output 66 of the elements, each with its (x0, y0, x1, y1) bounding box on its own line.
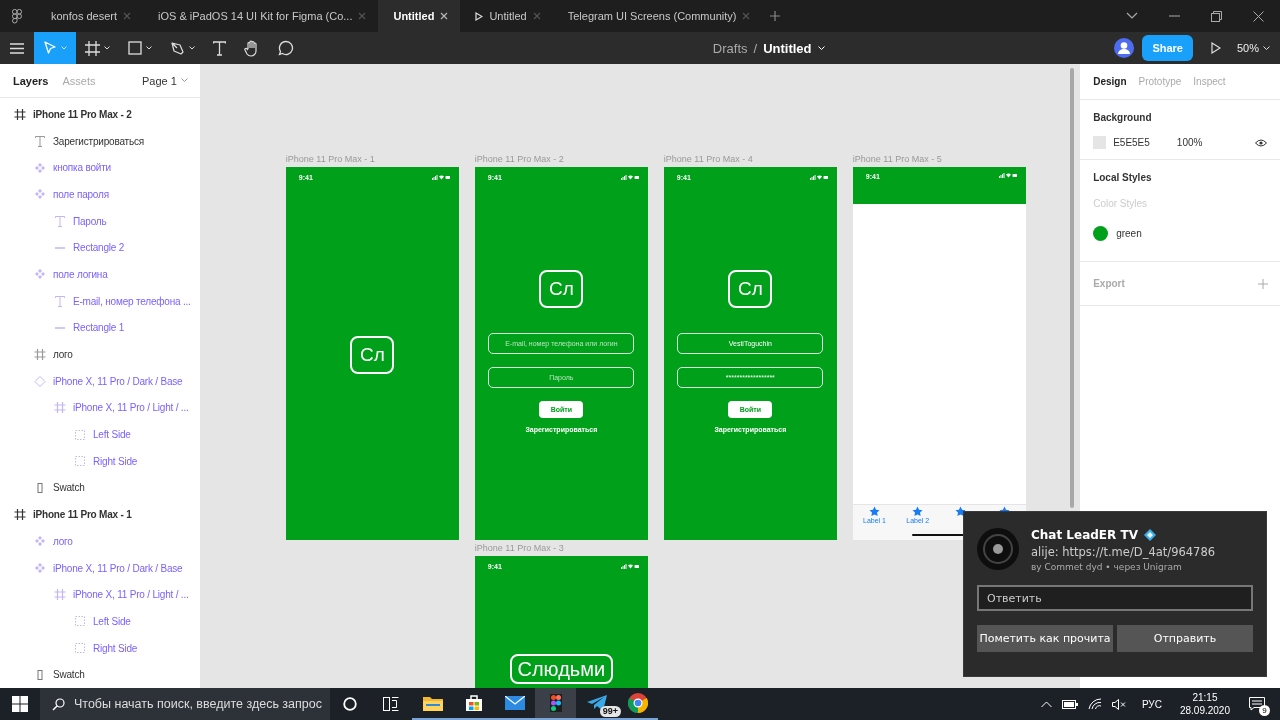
opacity-value[interactable]: 100% (1176, 137, 1203, 148)
section-heading: Export (1093, 278, 1125, 289)
frame-label[interactable]: iPhone 11 Pro Max - 4 (663, 154, 753, 164)
frame-label[interactable]: iPhone 11 Pro Max - 5 (852, 154, 942, 164)
layer-item[interactable]: iPhone X, 11 Pro / Dark / Base (53, 375, 183, 387)
notification-message: alije: https://t.me/D_4at/964786 (1031, 545, 1216, 559)
breadcrumb-separator: / (753, 40, 758, 56)
layer-item[interactable]: Left Side (93, 429, 131, 441)
frame-label[interactable]: iPhone 11 Pro Max - 1 (285, 154, 375, 164)
file-name-menu[interactable]: Untitled (763, 40, 812, 56)
file-tab[interactable]: konfos desert (36, 0, 144, 32)
zoom-menu[interactable]: 50% (1237, 42, 1259, 54)
notification-title: Chat LeadER TV (1031, 528, 1138, 542)
layer-item[interactable]: лого (53, 535, 73, 547)
layer-item[interactable]: iPhone 11 Pro Max - 1 (33, 509, 132, 521)
app-logo: Сл (728, 270, 773, 308)
layer-item[interactable]: Left Side (93, 615, 131, 627)
file-tab[interactable]: Telegram UI Screens (Community) (552, 0, 763, 32)
clock-date[interactable]: 28.09.2020 (1179, 704, 1230, 717)
clock-time[interactable]: 21:15 (1192, 691, 1218, 704)
layer-item[interactable]: Right Side (93, 455, 138, 467)
file-tab[interactable]: Untitled (378, 0, 461, 32)
section-heading: Local Styles (1093, 172, 1153, 183)
layer-item[interactable]: iPhone X, 11 Pro / Light / ... (73, 589, 189, 601)
language-indicator[interactable]: РУС (1141, 698, 1162, 710)
app-logo: Сл (350, 336, 395, 374)
notification-source: ву Commet dyd • через Unigram (1031, 562, 1183, 572)
layer-item[interactable]: Пароль (73, 215, 107, 227)
mark-read-button[interactable]: Пометить как прочита (977, 625, 1113, 652)
layer-item[interactable]: iPhone X, 11 Pro / Dark / Base (53, 562, 183, 574)
layer-item[interactable]: лого (53, 349, 73, 361)
brand-logo: Слюдьми (509, 654, 614, 684)
layer-item[interactable]: Зарегистрироваться (53, 135, 144, 147)
app-logo: Сл (539, 270, 584, 308)
file-tab[interactable]: Untitled (460, 0, 553, 32)
layer-item[interactable]: iPhone X, 11 Pro / Light / ... (73, 402, 189, 414)
layer-item[interactable]: Swatch (53, 669, 85, 681)
unread-badge: 99+ (599, 706, 621, 717)
layer-item[interactable]: поле логина (53, 268, 108, 280)
panel-tab[interactable]: Prototype (1138, 76, 1182, 87)
layer-item[interactable]: Rectangle 1 (73, 322, 125, 334)
panel-tab[interactable]: Assets (62, 74, 96, 87)
color-style[interactable]: green (1093, 226, 1267, 241)
layer-item[interactable]: iPhone 11 Pro Max - 2 (33, 108, 132, 120)
layer-item[interactable]: E-mail, номер телефона ... (73, 295, 191, 307)
send-button[interactable]: Отправить (1117, 625, 1253, 652)
layer-item[interactable]: Right Side (93, 642, 138, 654)
frame-label[interactable]: iPhone 11 Pro Max - 2 (474, 154, 564, 164)
taskbar-button[interactable]: 99+ (576, 688, 617, 720)
layer-item[interactable]: Swatch (53, 482, 85, 494)
search-field[interactable]: Чтобы начать поиск, введите здесь запрос (40, 688, 330, 720)
layer-item[interactable]: Rectangle 2 (73, 242, 125, 254)
notification-count: 9 (1259, 705, 1270, 716)
panel-tab[interactable]: Inspect (1193, 76, 1226, 87)
layer-item[interactable]: кнопка войти (53, 162, 111, 174)
frame-label[interactable]: iPhone 11 Pro Max - 3 (474, 543, 564, 553)
panel-tab[interactable]: Design (1093, 76, 1127, 87)
panel-tab[interactable]: Layers (13, 74, 49, 87)
file-tab[interactable]: iOS & iPadOS 14 UI Kit for Figma (Co... (143, 0, 379, 32)
layer-item[interactable]: поле пароля (53, 188, 109, 200)
page-menu[interactable]: Page 1 (141, 74, 177, 87)
reply-field[interactable]: Ответить (977, 585, 1253, 611)
share-button[interactable]: Share (1142, 35, 1193, 61)
folder-link[interactable]: Drafts (712, 40, 748, 56)
section-heading: Background (1093, 112, 1153, 123)
hex-value[interactable]: E5E5E5 (1113, 137, 1150, 148)
